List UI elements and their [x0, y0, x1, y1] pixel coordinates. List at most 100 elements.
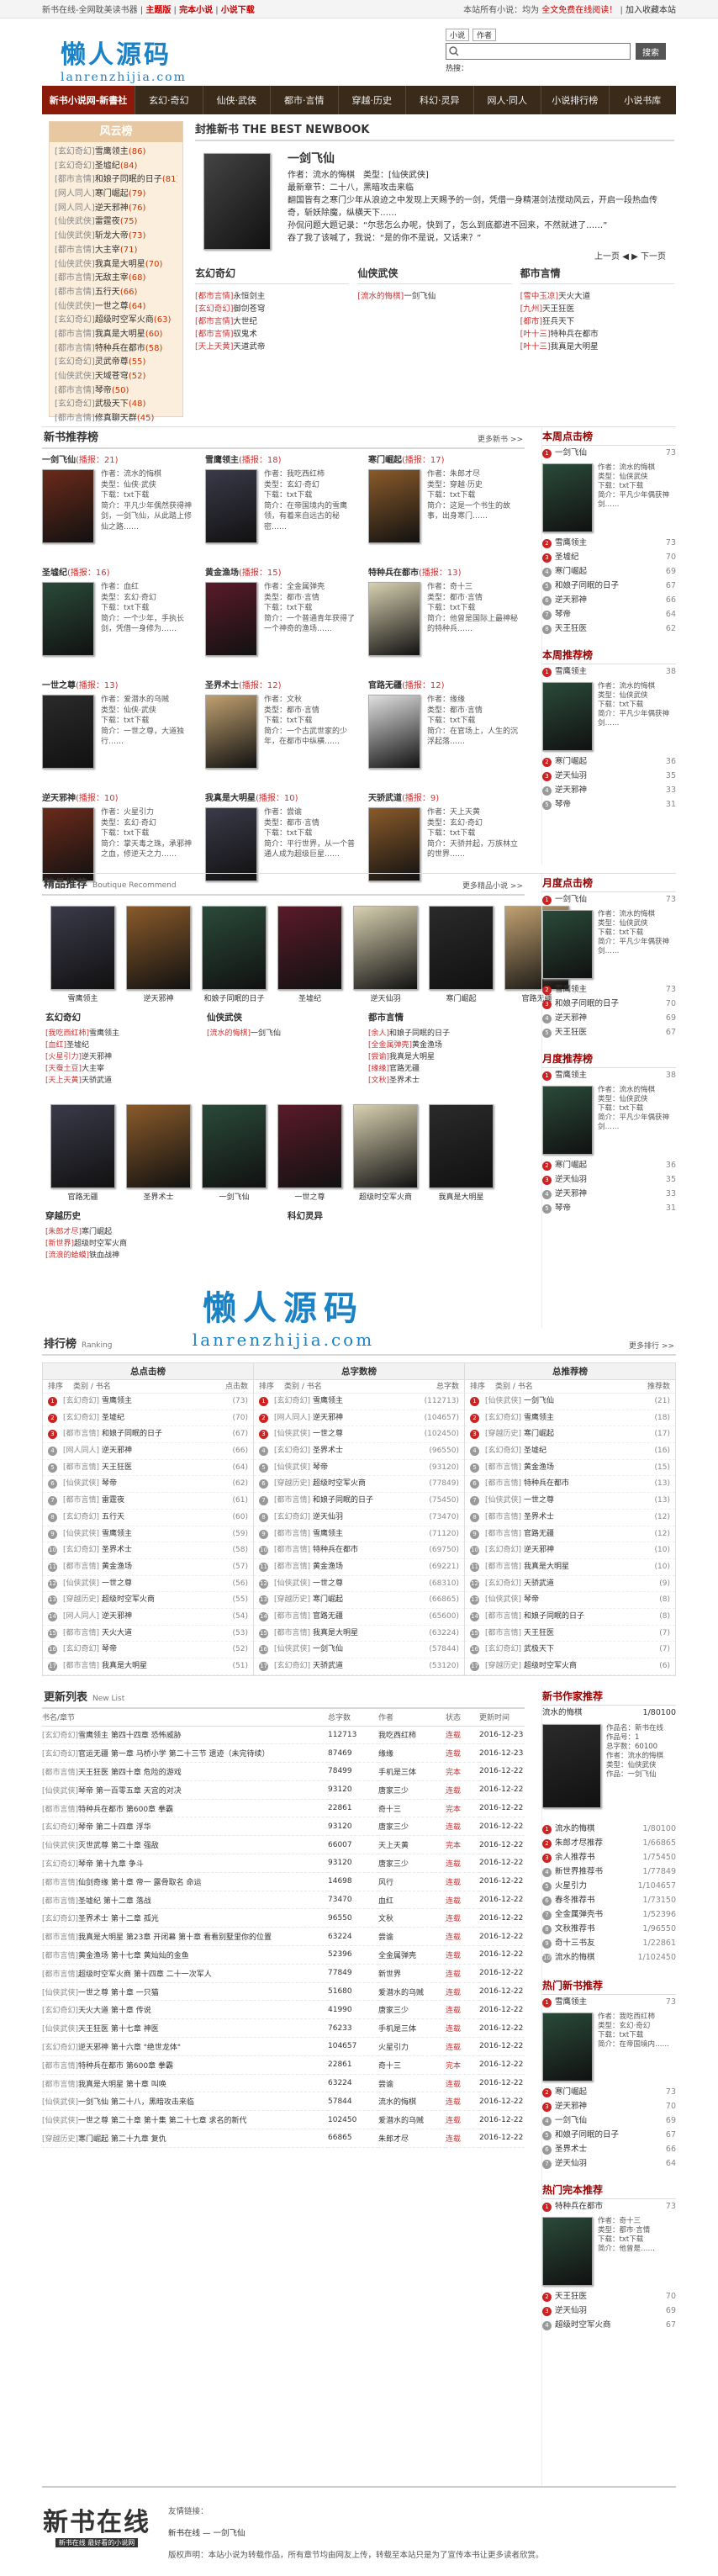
- update-chapter-link[interactable]: 第一百零五章 天宫的对决: [96, 1787, 182, 1796]
- fengyun-item-name[interactable]: 雷霆夜: [95, 217, 120, 226]
- update-book-name[interactable]: 逆天邪神: [78, 2044, 108, 2052]
- boutique-book-name[interactable]: 逆天仙羽: [353, 992, 418, 1003]
- ranking-row-title[interactable]: 雪鹰领主: [313, 1394, 422, 1410]
- update-book-name[interactable]: 雪鹰领主: [78, 1732, 108, 1740]
- sidebox-item-name[interactable]: 琴帝: [555, 1203, 571, 1213]
- newbook-prev-button[interactable]: 上一页: [594, 252, 620, 262]
- category-row[interactable]: [叶十三]我真是大明星: [520, 340, 674, 352]
- ranking-row-title[interactable]: 天火大道: [102, 1626, 211, 1642]
- category-row[interactable]: [玄幻奇幻]御剑苍穹: [195, 302, 349, 315]
- sidebox-item-name[interactable]: 特种兵在都市: [555, 2202, 603, 2211]
- category-row[interactable]: [都市言情]大世纪: [195, 315, 349, 327]
- ranking-row[interactable]: 11 [都市言情] 黄金渔场 (69221): [254, 1559, 464, 1576]
- book-cover[interactable]: [277, 1104, 342, 1188]
- writer-item[interactable]: 9 奇十三书友 1/22861: [542, 1936, 676, 1950]
- boutique-category-title[interactable]: 仙侠武侠: [207, 1011, 360, 1024]
- nav-item-xuanhuan[interactable]: 玄幻·奇幻: [135, 86, 203, 114]
- ranking-row-title[interactable]: 逆天邪神: [524, 1542, 633, 1558]
- ranking-row[interactable]: 14 [网人同人] 逆天邪神 (54): [43, 1609, 253, 1626]
- category-row-title[interactable]: 一剑飞仙: [404, 292, 436, 301]
- update-chapter-link[interactable]: 第十六章 "绝世龙体": [111, 2044, 181, 2052]
- sidebox-item-name[interactable]: 一剑飞仙: [555, 2116, 587, 2125]
- update-chapter-link[interactable]: 第二十四章 浮华: [96, 1823, 151, 1832]
- book-cover[interactable]: [429, 906, 494, 990]
- nav-item-lishi[interactable]: 穿越·历史: [337, 86, 406, 114]
- sidebox-item-name[interactable]: 雪鹰领主: [555, 538, 587, 547]
- category-row[interactable]: [都市言情]永恒剑主: [195, 289, 349, 302]
- update-author[interactable]: 尝谕: [378, 2074, 446, 2093]
- boutique-category-row[interactable]: [天蚕土豆]大主宰: [45, 1062, 198, 1074]
- category-title[interactable]: 仙侠武侠: [357, 266, 512, 284]
- ranking-row-title[interactable]: 官路无疆: [524, 1526, 633, 1542]
- sidebox-item-name[interactable]: 雪鹰领主: [555, 985, 587, 994]
- ranking-row-title[interactable]: 雪鹰领主: [102, 1394, 211, 1410]
- book-cover[interactable]: [429, 1104, 494, 1188]
- boutique-book[interactable]: 寒门崛起: [429, 906, 494, 1003]
- sidebox-item[interactable]: 2 寒门崛起 36: [542, 1158, 676, 1172]
- boutique-category-row[interactable]: [流水的悔棋]一剑飞仙: [207, 1027, 360, 1039]
- sidebox-item-name[interactable]: 逆天仙羽: [555, 2159, 587, 2168]
- update-chapter-link[interactable]: 第23章 开闭幕 第十章 看看别墅里你的位置: [126, 1933, 272, 1942]
- ranking-row[interactable]: 2 [网人同人] 逆天邪神 (104657): [254, 1410, 464, 1427]
- category-row[interactable]: [都市言情]驭鬼术: [195, 327, 349, 340]
- category-row-title[interactable]: 天王狂医: [542, 304, 574, 314]
- update-table-row[interactable]: [玄幻奇幻]逆天邪神 第十六章 "绝世龙体" 104657 火星引力 连载 2016-1…: [42, 2037, 525, 2056]
- boutique-category-row[interactable]: [天上天黄]天骄武道: [45, 1074, 198, 1086]
- update-chapter-link[interactable]: 第二十八，黑暗攻击来临: [111, 2098, 194, 2107]
- update-author[interactable]: 我吃西红柿: [378, 1726, 446, 1745]
- friend-link[interactable]: 新书在线 — 一剑飞仙: [168, 2529, 245, 2538]
- writer-item[interactable]: 3 余人推荐书 1/75450: [542, 1850, 676, 1865]
- nav-item-ranking[interactable]: 小说排行榜: [541, 86, 609, 114]
- fengyun-item-name[interactable]: 大主宰: [95, 246, 120, 255]
- fengyun-item-name[interactable]: 超级时空军火商: [95, 315, 154, 325]
- update-book-name[interactable]: 琴帝: [78, 1787, 93, 1796]
- new-book-title[interactable]: 官路无疆: [368, 681, 402, 690]
- boutique-book-name[interactable]: 寒门崛起: [429, 992, 494, 1003]
- update-chapter-link[interactable]: 第十章 帝一 露骨取名 命运: [111, 1879, 202, 1887]
- boutique-category-book[interactable]: 和娘子同眠的日子: [389, 1029, 450, 1038]
- sidebox-item[interactable]: 5 琴帝 31: [542, 797, 676, 812]
- ranking-row[interactable]: 15 [都市言情] 天火大道 (53): [43, 1626, 253, 1642]
- book-cover[interactable]: [205, 695, 257, 769]
- writer-item[interactable]: 2 朱郎才尽推荐 1/66865: [542, 1836, 676, 1850]
- ranking-row[interactable]: 9 [仙侠武侠] 雪鹰领主 (59): [43, 1526, 253, 1543]
- ranking-row-title[interactable]: 琴帝: [102, 1476, 211, 1492]
- ranking-row[interactable]: 10 [都市言情] 特种兵在都市 (69750): [254, 1542, 464, 1559]
- boutique-book-name[interactable]: 超级时空军火商: [353, 1191, 418, 1202]
- fengyun-item-name[interactable]: 寒门崛起: [95, 189, 129, 198]
- ranking-row[interactable]: 15 [都市言情] 天王狂医 (7): [465, 1626, 675, 1642]
- sidebox-item-name[interactable]: 和娘子同眠的日子: [555, 999, 619, 1008]
- boutique-category-title[interactable]: 科幻灵异: [288, 1209, 521, 1222]
- sidebox-item[interactable]: 5 琴帝 31: [542, 1201, 676, 1215]
- category-row[interactable]: [都市]狂兵天下: [520, 315, 674, 327]
- update-author[interactable]: 唐家三少: [378, 1817, 446, 1837]
- boutique-book-name[interactable]: 官路无疆: [50, 1191, 115, 1202]
- update-table-row[interactable]: [仙侠武侠]琴帝 第一百零五章 天宫的对决 93120 唐家三少 连载 2016-12-…: [42, 1780, 525, 1800]
- ranking-row[interactable]: 14 [都市言情] 和娘子同眠的日子 (8): [465, 1609, 675, 1626]
- ranking-row[interactable]: 13 [仙侠武侠] 琴帝 (8): [465, 1592, 675, 1609]
- ranking-row-title[interactable]: 琴帝: [313, 1460, 422, 1476]
- boutique-category-row[interactable]: [余人]和娘子同眠的日子: [368, 1027, 521, 1039]
- ranking-row-title[interactable]: 天王狂医: [102, 1460, 211, 1476]
- update-book-name[interactable]: 天王狂医: [78, 1769, 108, 1777]
- sidebox-item[interactable]: 1 雪鹰领主 38: [542, 664, 676, 679]
- book-cover[interactable]: [42, 582, 94, 656]
- ranking-row[interactable]: 16 [仙侠武侠] 一剑飞仙 (57844): [254, 1642, 464, 1658]
- sidebox-item-name[interactable]: 一剑飞仙: [555, 448, 587, 458]
- boutique-book-name[interactable]: 一剑飞仙: [202, 1191, 267, 1202]
- update-author[interactable]: 唐家三少: [378, 2000, 446, 2020]
- sidebox-item[interactable]: 7 琴帝 64: [542, 607, 676, 622]
- update-chapter-link[interactable]: 第二十章 第十集 第二十七章 求名的新代: [111, 2117, 247, 2125]
- fengyun-item[interactable]: [都市言情]特种兵在都市(58): [55, 342, 177, 357]
- book-cover[interactable]: [542, 910, 593, 979]
- ranking-row-title[interactable]: 我真是大明星: [313, 1626, 422, 1642]
- update-chapter-link[interactable]: 第600章 拳霸: [126, 1806, 173, 1814]
- boutique-category-title[interactable]: 玄幻奇幻: [45, 1011, 198, 1024]
- book-cover[interactable]: [126, 906, 191, 990]
- new-book-heading[interactable]: 寒门崛起(播报：17): [368, 454, 525, 468]
- update-table-row[interactable]: [都市言情]天王狂医 第四十章 危险的游戏 78499 手机是三体 完本 2016-12…: [42, 1762, 525, 1781]
- update-chapter-link[interactable]: 第四十章 危险的游戏: [111, 1769, 182, 1777]
- fengyun-item-name[interactable]: 圣墟纪: [95, 161, 120, 171]
- search-type-novel[interactable]: 小说: [446, 29, 470, 41]
- update-table-row[interactable]: [仙侠武侠]天王狂医 第十七章 神医 76233 手机是三体 连载 2016-12-22: [42, 2018, 525, 2039]
